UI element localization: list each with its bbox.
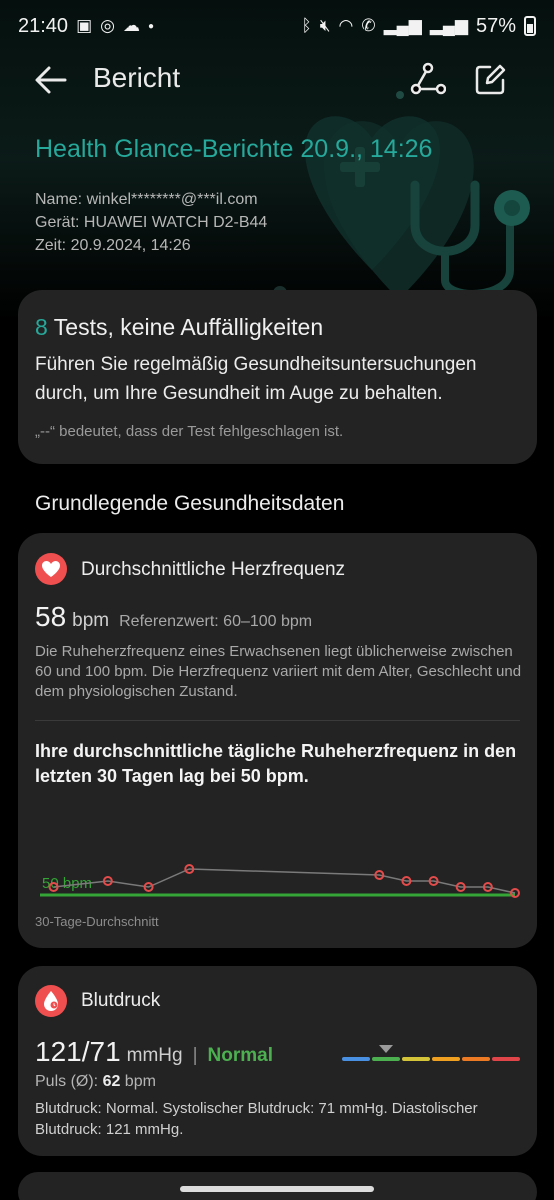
home-indicator[interactable] <box>180 1186 374 1192</box>
signal-icon: ▂▄▆ <box>429 16 468 35</box>
scale-segment <box>492 1057 520 1061</box>
blood-pressure-card[interactable]: Blutdruck 121/71 mmHg | Normal Puls (Ø):… <box>18 966 537 1156</box>
scale-segment <box>462 1057 490 1061</box>
mute-icon: 🔇︎ <box>319 16 331 35</box>
pulse-row: Puls (Ø): 62 bpm <box>35 1073 156 1091</box>
separator: | <box>192 1045 198 1066</box>
blood-drop-icon <box>35 985 67 1017</box>
wifi-call-icon: ✆ <box>361 16 376 35</box>
blood-pressure-value: 121/71 <box>35 1036 121 1067</box>
report-meta: Name: winkel********@***il.com Gerät: HU… <box>35 188 267 257</box>
scale-segment <box>432 1057 460 1061</box>
resting-heart-rate-chart: 50 bpm <box>40 864 520 898</box>
heart-icon <box>35 553 67 585</box>
heart-rate-value: 58 <box>35 601 67 632</box>
scale-segment <box>342 1057 370 1061</box>
app-bar: Bericht <box>0 52 554 108</box>
cloud-icon: ☁ <box>122 16 140 35</box>
pulse-value: 62 <box>102 1073 121 1090</box>
meta-device: Gerät: HUAWEI WATCH D2-B44 <box>35 214 268 231</box>
pulse-label: Puls (Ø): <box>35 1073 103 1090</box>
status-time: 21:40 <box>18 14 69 37</box>
blood-pressure-unit: mmHg <box>126 1045 183 1066</box>
gallery-icon: ▣ <box>76 16 93 35</box>
blood-pressure-scale <box>342 1045 520 1061</box>
blood-pressure-value-row: 121/71 mmHg | Normal <box>35 1036 273 1068</box>
summary-heading: 8 Tests, keine Auffälligkeiten <box>35 314 323 341</box>
share-icon[interactable] <box>408 62 446 98</box>
series-line <box>53 868 516 894</box>
summary-card: 8 Tests, keine Auffälligkeiten Führen Si… <box>18 290 537 464</box>
heart-rate-unit: bpm <box>72 610 110 631</box>
pulse-unit: bpm <box>120 1073 156 1090</box>
scale-segment <box>372 1057 400 1061</box>
blood-pressure-status: Normal <box>207 1045 273 1066</box>
meta-time: Zeit: 20.9.2024, 14:26 <box>35 237 191 254</box>
resting-heart-rate-statement: Ihre durchschnittliche tägliche Ruheherz… <box>35 741 517 786</box>
page-title: Bericht <box>93 62 181 93</box>
wifi-icon: ◠ <box>338 16 354 35</box>
dot-icon: ● <box>147 20 155 32</box>
report-title: Health Glance-Berichte 20.9., 14:26 <box>35 135 433 163</box>
arrow-left-icon[interactable] <box>33 64 69 96</box>
signal-icon: ▂▄▆ <box>383 16 422 35</box>
blood-pressure-description: Blutdruck: Normal. Systolischer Blutdruc… <box>35 1100 478 1138</box>
heart-rate-card[interactable]: Durchschnittliche Herzfrequenz 58 bpm Re… <box>18 533 537 948</box>
scale-segment <box>402 1057 430 1061</box>
whatsapp-icon: ◎ <box>100 16 115 35</box>
divider <box>35 720 520 721</box>
summary-description: Führen Sie regelmäßig Gesundheitsuntersu… <box>35 354 477 404</box>
battery-icon <box>524 16 536 36</box>
heart-rate-value-row: 58 bpm Referenzwert: 60–100 bpm <box>35 601 312 633</box>
edit-icon[interactable] <box>472 62 508 98</box>
scale-marker-icon <box>379 1045 393 1053</box>
bluetooth-icon: ᛒ <box>301 16 312 35</box>
heart-rate-label: Durchschnittliche Herzfrequenz <box>81 559 346 580</box>
heart-rate-reference: Referenzwert: 60–100 bpm <box>119 613 313 630</box>
summary-heading-text: Tests, keine Auffälligkeiten <box>47 314 324 340</box>
meta-name: Name: winkel********@***il.com <box>35 191 258 208</box>
section-title-basic-health: Grundlegende Gesundheitsdaten <box>35 492 345 515</box>
battery-percent: 57% <box>475 14 516 37</box>
test-count: 8 <box>35 314 48 340</box>
status-bar: 21:40 ▣ ◎ ☁ ● ᛒ 🔇︎ ◠ ✆ ▂▄▆ ▂▄▆ 57% <box>0 0 554 52</box>
blood-pressure-label: Blutdruck <box>81 990 161 1011</box>
chart-caption: 30-Tage-Durchschnitt <box>35 914 159 929</box>
summary-note: „--“ bedeutet, dass der Test fehlgeschla… <box>35 423 344 440</box>
heart-rate-description: Die Ruheherzfrequenz eines Erwachsenen l… <box>35 643 522 700</box>
